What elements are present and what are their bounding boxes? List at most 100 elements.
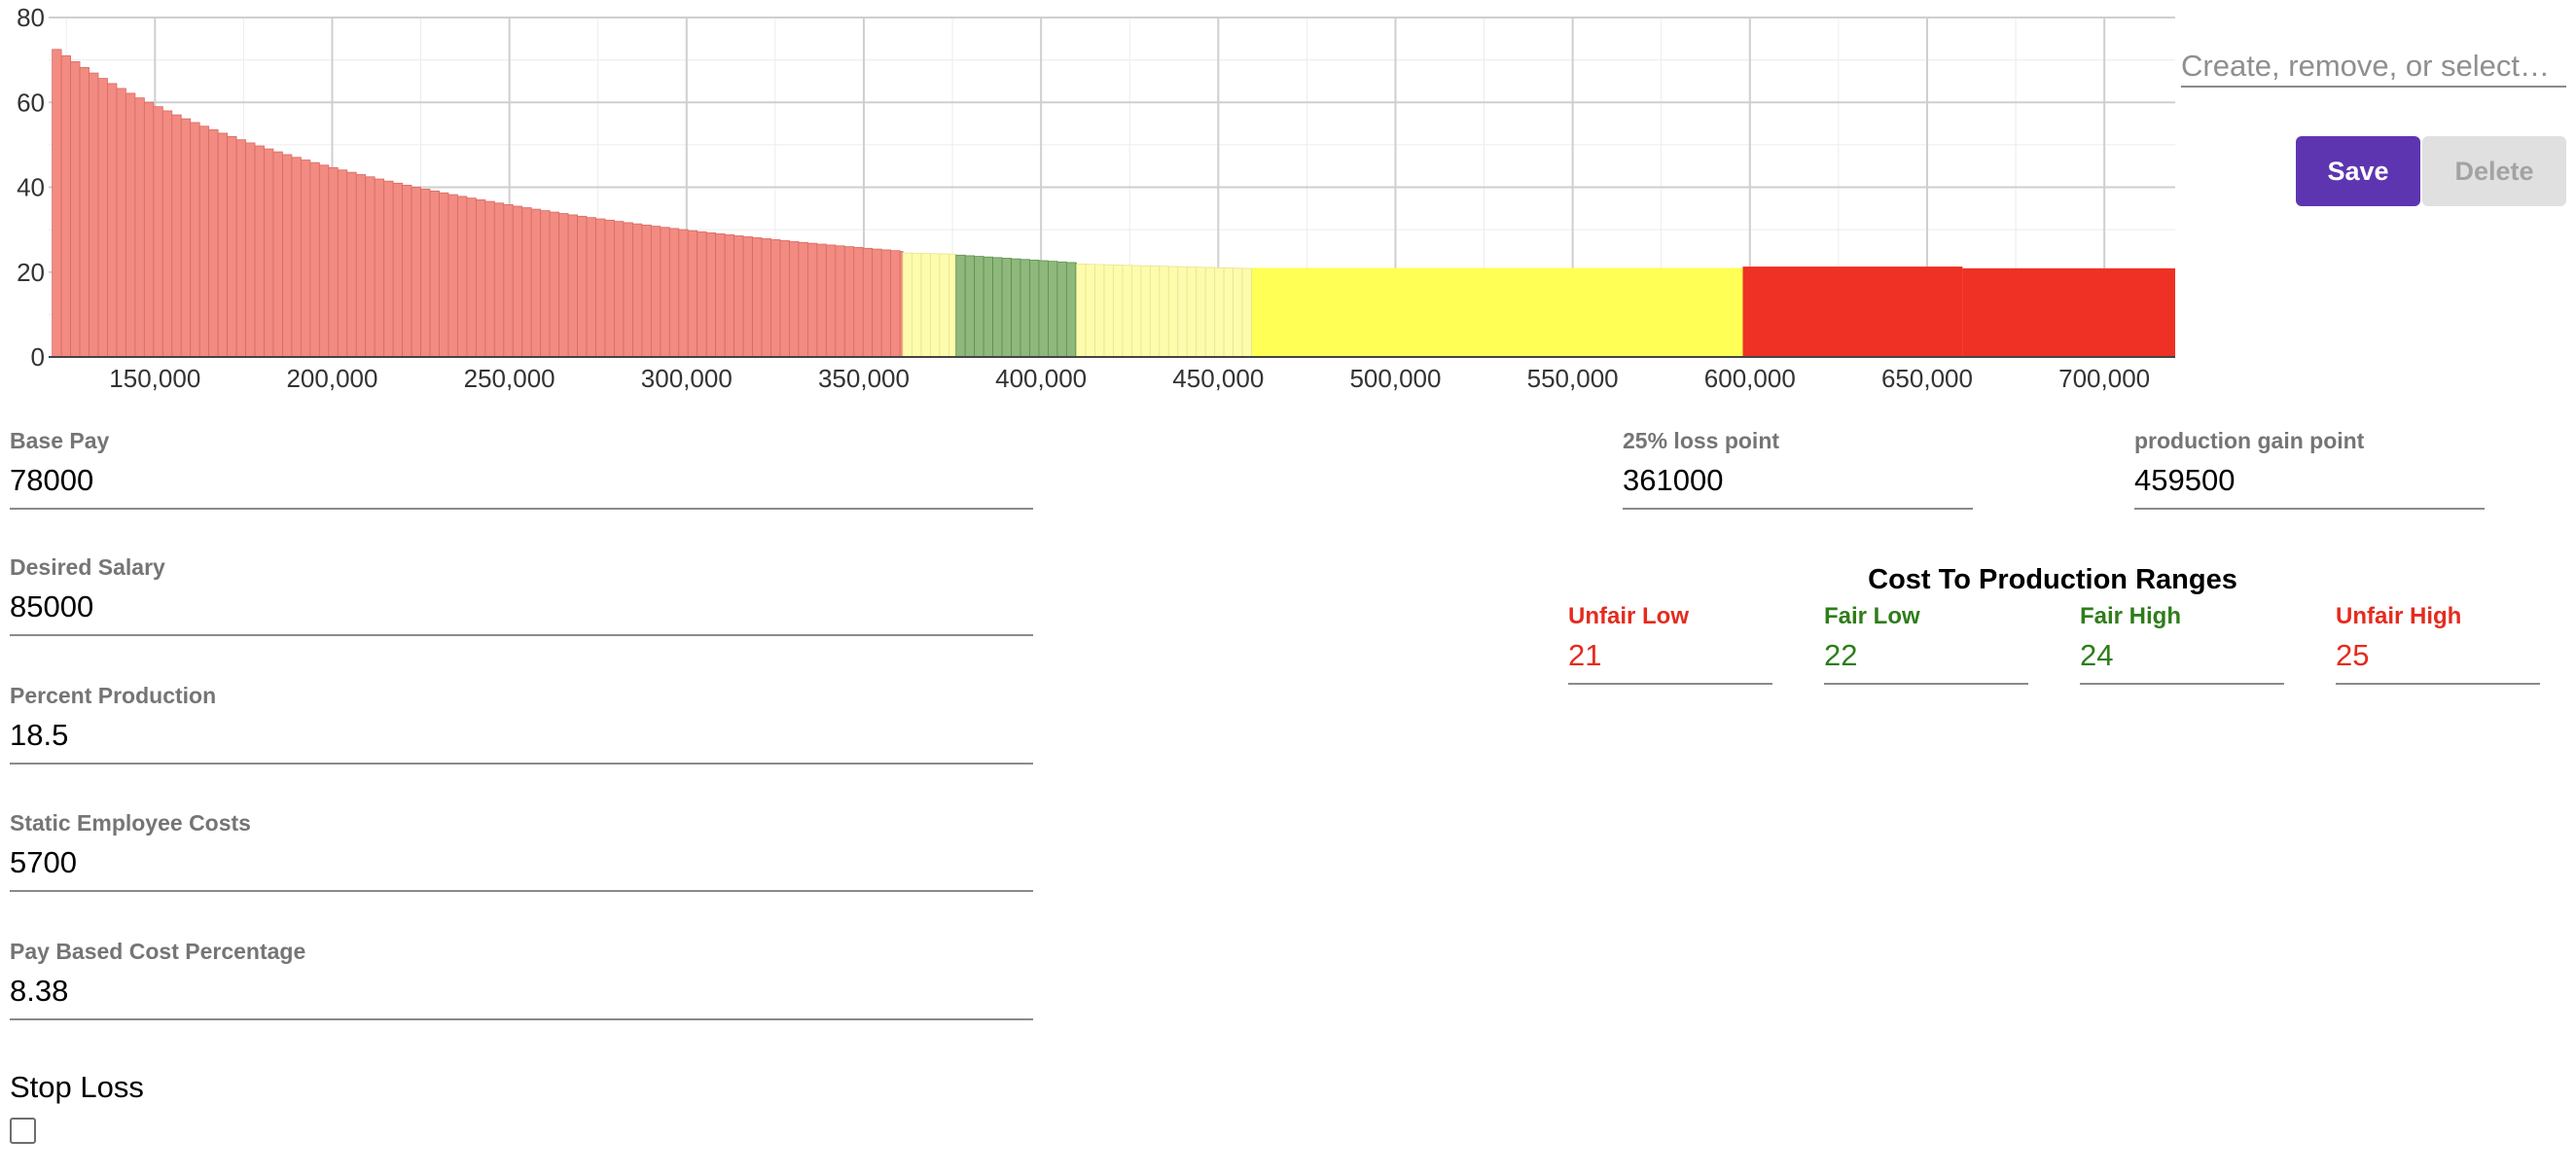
chart-bar-unfair-low: [429, 190, 440, 358]
unfair-low-underline: [1568, 683, 1772, 685]
chart-bar-unfair-low: [521, 207, 532, 358]
chart-bar-fair: [1048, 261, 1058, 358]
chart-bar-unfair-low: [70, 61, 81, 358]
stop-loss-label: Stop Loss: [10, 1070, 144, 1104]
fair-low-input[interactable]: [1824, 638, 2028, 673]
chart-bar-unfair-low: [475, 199, 486, 358]
chart-bar-fair: [1038, 260, 1049, 358]
chart-bar-unfair-low: [439, 192, 449, 358]
chart-bar-unfair-low: [245, 142, 256, 358]
chart-bar-unfair-low: [586, 217, 596, 358]
y-tick-label: 80: [17, 3, 45, 32]
chart-bar-unfair-low: [355, 174, 367, 358]
chart-bar-light-yellow: [1122, 265, 1132, 358]
chart-bar-unfair-low: [365, 176, 376, 358]
unfair-low-input[interactable]: [1568, 638, 1772, 673]
chart-bar-light-yellow: [1186, 267, 1198, 358]
chart-bar-light-yellow: [1204, 267, 1216, 358]
chart-bar-fair: [1011, 258, 1021, 358]
base-pay-input[interactable]: [10, 463, 1033, 498]
chart-bar-light-yellow: [939, 253, 949, 358]
chart-bar-light-yellow: [1149, 266, 1161, 358]
percent-production-input[interactable]: [10, 718, 1033, 753]
chart-bar-unfair-low: [872, 248, 882, 358]
static-costs-label: Static Employee Costs: [10, 810, 251, 836]
chart-bar-unfair-low: [789, 240, 800, 358]
percent-production-underline: [10, 763, 1033, 765]
chart-bar-unfair-low: [466, 197, 477, 358]
chart-bar-unfair-low: [457, 196, 468, 358]
chart-bar-unfair-low: [687, 230, 698, 358]
chart-bar-unfair-low: [742, 236, 753, 358]
chart-bar-unfair-low: [660, 227, 670, 358]
chart-bar-unfair-low: [198, 125, 210, 358]
chart-bar-unfair-low: [291, 157, 302, 358]
chart-bar-light-yellow: [912, 252, 922, 358]
pay-based-cost-field: Pay Based Cost Percentage: [10, 939, 1033, 1026]
stop-loss-checkbox[interactable]: [10, 1118, 36, 1144]
chart-bar-light-yellow: [1159, 266, 1169, 358]
y-tick-label: 40: [17, 173, 45, 202]
save-button[interactable]: Save: [2296, 136, 2420, 206]
chart-bar-unfair-low: [337, 169, 348, 358]
fair-high-input[interactable]: [2080, 638, 2284, 673]
chart-bar-unfair-low: [447, 194, 458, 358]
chart-bar-unfair-low: [503, 203, 514, 358]
x-tick-label: 450,000: [1172, 364, 1264, 393]
chart-bar-light-yellow: [930, 253, 941, 358]
ranges-title: Cost To Production Ranges: [1868, 564, 2237, 595]
chart-bar-unfair-low: [899, 251, 904, 358]
chart-bar-unfair-low: [190, 122, 200, 358]
chart-bar-red: [1742, 267, 1963, 357]
static-costs-underline: [10, 890, 1033, 892]
chart-bar-unfair-low: [374, 178, 385, 358]
pay-based-cost-input[interactable]: [10, 974, 1033, 1009]
chart-bar-unfair-low: [402, 184, 412, 358]
chart-bar-unfair-low: [733, 235, 744, 358]
desired-salary-label: Desired Salary: [10, 554, 165, 580]
loss-point-field: 25% loss point: [1623, 428, 1973, 516]
x-tick-label: 200,000: [286, 364, 377, 393]
selector-input[interactable]: [2181, 47, 2566, 88]
chart-bar-unfair-low: [807, 242, 818, 358]
desired-salary-input[interactable]: [10, 589, 1033, 624]
gain-point-input[interactable]: [2134, 463, 2485, 498]
unfair-high-label: Unfair High: [2336, 603, 2462, 629]
x-tick-label: 300,000: [641, 364, 733, 393]
chart-bar-light-yellow: [1131, 265, 1142, 358]
chart-bar-light-yellow: [1076, 264, 1087, 358]
chart-bar-fair: [1056, 261, 1067, 358]
x-tick-label: 150,000: [109, 364, 200, 393]
chart-bar-unfair-low: [52, 49, 62, 358]
chart-bar-fair: [992, 257, 1003, 358]
x-tick-label: 350,000: [818, 364, 910, 393]
fair-low-label: Fair Low: [1824, 603, 1920, 629]
chart-bar-unfair-low: [318, 164, 330, 358]
unfair-low-field: Unfair Low: [1568, 603, 1772, 691]
chart-bar-unfair-low: [235, 139, 246, 358]
chart-bar-unfair-low: [761, 238, 771, 358]
loss-point-input[interactable]: [1623, 463, 1973, 498]
chart-bar-fair: [1001, 258, 1012, 358]
delete-button[interactable]: Delete: [2422, 136, 2566, 206]
y-tick-label: 20: [17, 258, 45, 287]
chart-bar-unfair-low: [134, 97, 145, 358]
gain-point-underline: [2134, 508, 2485, 510]
chart-bar-fair: [1029, 259, 1040, 358]
chart-bar-light-yellow: [1196, 267, 1206, 358]
chart-bar-unfair-low: [798, 241, 808, 358]
chart-bar-unfair-low: [604, 219, 615, 358]
pay-based-cost-underline: [10, 1018, 1033, 1020]
chart-bar-light-yellow: [1177, 266, 1188, 358]
static-costs-input[interactable]: [10, 845, 1033, 880]
chart-bar-unfair-low: [623, 222, 633, 358]
chart-bar-unfair-low: [641, 224, 652, 358]
chart-bar-unfair-low: [816, 243, 827, 358]
chart-bar-unfair-low: [595, 218, 606, 358]
unfair-high-input[interactable]: [2336, 638, 2540, 673]
chart-bar-unfair-low: [272, 151, 283, 358]
chart-bar-unfair-low: [715, 232, 726, 358]
chart-bar-fair: [1065, 262, 1077, 358]
chart-bar-unfair-low: [60, 54, 71, 358]
chart-bar-unfair-low: [705, 231, 717, 358]
